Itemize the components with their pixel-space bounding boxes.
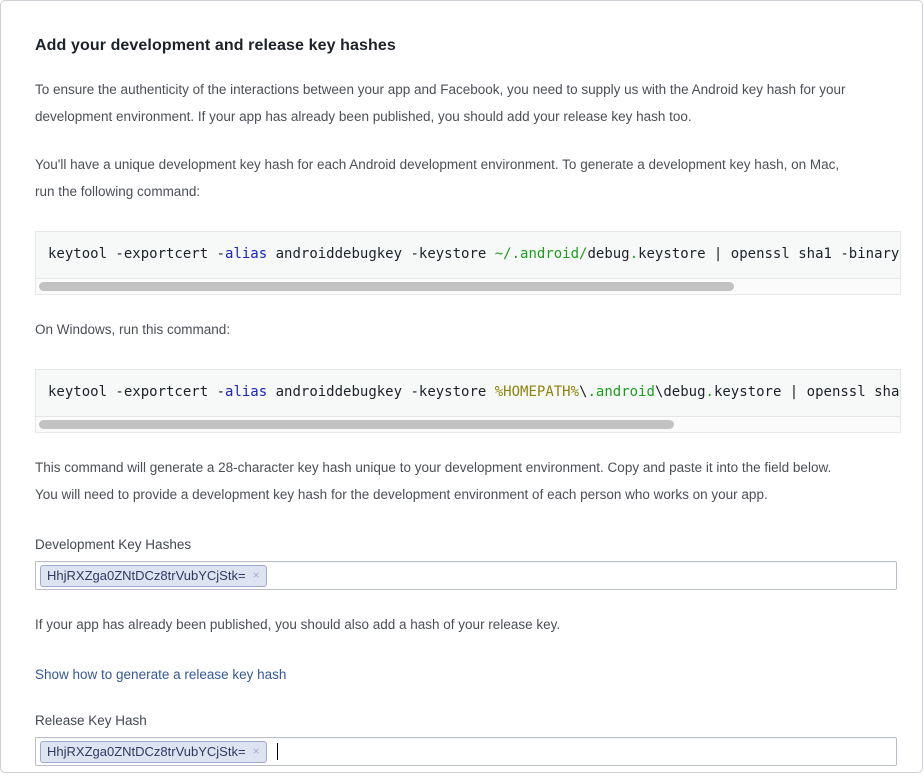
- windows-instructions-paragraph: On Windows, run this command:: [35, 316, 898, 343]
- published-note-paragraph: If your app has already been published, …: [35, 611, 898, 638]
- remove-token-icon[interactable]: ×: [253, 569, 260, 581]
- release-key-hash-label: Release Key Hash: [35, 713, 898, 728]
- hash-explanation-paragraph: This command will generate a 28-characte…: [35, 454, 898, 508]
- mac-instructions-paragraph: You'll have a unique development key has…: [35, 151, 898, 205]
- development-key-hashes-label: Development Key Hashes: [35, 537, 898, 552]
- page-title: Add your development and release key has…: [35, 37, 898, 55]
- mac-code-scrollbar-thumb[interactable]: [39, 282, 734, 291]
- windows-code-scrollbar-thumb[interactable]: [39, 420, 674, 429]
- development-key-hash-token-text: HhjRXZga0ZNtDCz8trVubYCjStk=: [47, 568, 246, 583]
- mac-command-code-block[interactable]: keytool -exportcert -alias androiddebugk…: [35, 231, 901, 279]
- release-key-hash-token: HhjRXZga0ZNtDCz8trVubYCjStk= ×: [40, 741, 267, 763]
- remove-token-icon[interactable]: ×: [253, 745, 260, 757]
- windows-code-scrollbar-track[interactable]: [35, 417, 901, 433]
- key-hash-setup-panel: Add your development and release key has…: [0, 0, 923, 773]
- development-key-hashes-input[interactable]: HhjRXZga0ZNtDCz8trVubYCjStk= ×: [35, 561, 897, 590]
- text-cursor: [277, 743, 278, 760]
- release-key-hash-input[interactable]: HhjRXZga0ZNtDCz8trVubYCjStk= ×: [35, 737, 897, 766]
- release-key-hash-token-text: HhjRXZga0ZNtDCz8trVubYCjStk=: [47, 744, 246, 759]
- show-release-key-hash-link[interactable]: Show how to generate a release key hash: [35, 667, 286, 682]
- development-key-hash-token: HhjRXZga0ZNtDCz8trVubYCjStk= ×: [40, 565, 267, 587]
- intro-paragraph: To ensure the authenticity of the intera…: [35, 76, 898, 130]
- mac-code-scrollbar-track[interactable]: [35, 279, 901, 295]
- mac-command-text: keytool -exportcert -alias androiddebugk…: [48, 246, 888, 263]
- windows-command-text: keytool -exportcert -alias androiddebugk…: [48, 384, 888, 401]
- windows-command-code-block[interactable]: keytool -exportcert -alias androiddebugk…: [35, 369, 901, 417]
